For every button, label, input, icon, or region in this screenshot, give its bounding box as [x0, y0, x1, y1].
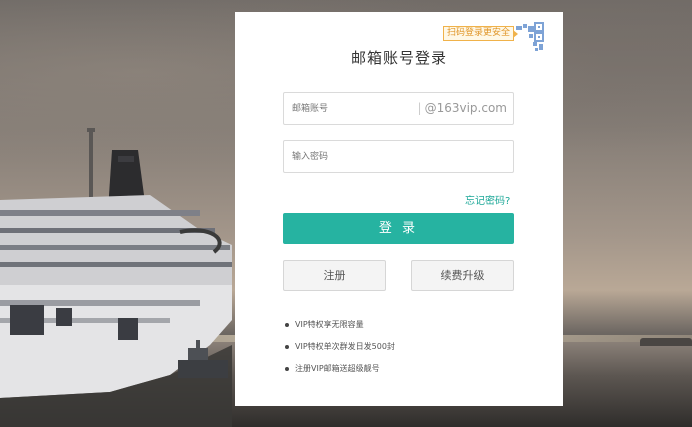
list-item: VIP特权单次群发日发500封	[285, 336, 395, 358]
distant-island	[640, 338, 692, 346]
domain-suffix: | @163vip.com	[417, 101, 507, 115]
register-button[interactable]: 注册	[283, 260, 386, 291]
page-title: 邮箱账号登录	[350, 49, 447, 67]
bullet-icon	[285, 367, 289, 371]
feature-text: VIP特权享无限容量	[295, 320, 364, 329]
password-field[interactable]	[283, 140, 514, 173]
domain-suffix-text: @163vip.com	[424, 101, 507, 115]
list-item: VIP特权享无限容量	[285, 314, 395, 336]
account-input[interactable]	[292, 93, 432, 124]
login-card: 扫码登录更安全 邮箱账号登录 |@163vip.com 忘记密码? 登 录 注册…	[235, 12, 563, 406]
bullet-icon	[285, 323, 289, 327]
bullet-icon	[285, 345, 289, 349]
list-item: 注册VIP邮箱送超级靓号	[285, 358, 395, 380]
vip-features-list: VIP特权享无限容量 VIP特权单次群发日发500封 注册VIP邮箱送超级靓号	[285, 314, 395, 380]
cruise-ship-image	[0, 128, 232, 427]
forgot-password-link[interactable]: 忘记密码?	[465, 192, 510, 207]
password-input[interactable]	[292, 141, 502, 172]
feature-text: 注册VIP邮箱送超级靓号	[295, 364, 380, 373]
account-field[interactable]: |@163vip.com	[283, 92, 514, 125]
login-button[interactable]: 登 录	[283, 213, 514, 244]
renew-upgrade-button[interactable]: 续费升级	[411, 260, 514, 291]
qr-login-tip: 扫码登录更安全	[443, 26, 519, 41]
feature-text: VIP特权单次群发日发500封	[295, 342, 395, 351]
